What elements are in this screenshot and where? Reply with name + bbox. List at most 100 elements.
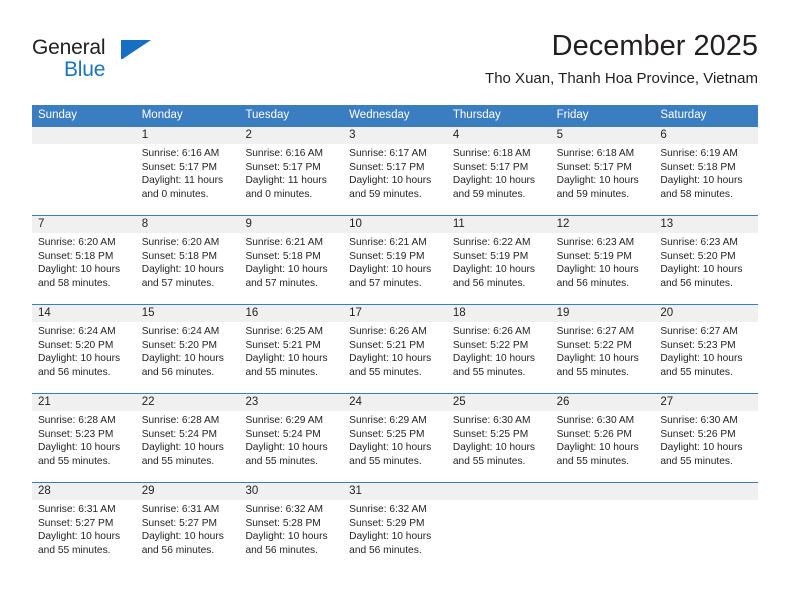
daylight-text-line1: Daylight: 10 hours	[349, 353, 432, 365]
daylight-text-line1: Daylight: 10 hours	[141, 264, 224, 276]
daylight-text-line1: Daylight: 10 hours	[660, 175, 743, 187]
day-cell[interactable]: 30 Sunrise: 6:32 AM Sunset: 5:28 PM Dayl…	[239, 483, 344, 571]
day-number: 24	[343, 394, 447, 411]
sunrise-text: Sunrise: 6:18 AM	[452, 148, 531, 159]
day-cell[interactable]: 31 Sunrise: 6:32 AM Sunset: 5:29 PM Dayl…	[343, 483, 447, 571]
sunset-text: Sunset: 5:17 PM	[349, 161, 425, 173]
day-cell[interactable]: 6 Sunrise: 6:19 AM Sunset: 5:18 PM Dayli…	[654, 127, 759, 215]
day-cell[interactable]: 28 Sunrise: 6:31 AM Sunset: 5:27 PM Dayl…	[32, 483, 136, 571]
sunset-text: Sunset: 5:17 PM	[245, 161, 321, 173]
day-number: 7	[32, 216, 136, 233]
sunset-text: Sunset: 5:19 PM	[349, 250, 425, 262]
day-details: Sunrise: 6:28 AM Sunset: 5:24 PM Dayligh…	[136, 411, 240, 468]
day-number: 1	[135, 127, 240, 144]
day-cell[interactable]: 11 Sunrise: 6:22 AM Sunset: 5:19 PM Dayl…	[446, 216, 551, 304]
sunset-text: Sunset: 5:21 PM	[245, 339, 321, 351]
day-details: Sunrise: 6:23 AM Sunset: 5:19 PM Dayligh…	[551, 233, 655, 290]
sunset-text: Sunset: 5:29 PM	[349, 517, 425, 529]
day-number	[446, 483, 551, 500]
day-details: Sunrise: 6:21 AM Sunset: 5:18 PM Dayligh…	[239, 233, 343, 290]
day-cell[interactable]: 25 Sunrise: 6:30 AM Sunset: 5:25 PM Dayl…	[446, 394, 551, 482]
daylight-text-line2: and 55 minutes.	[38, 544, 111, 556]
day-cell[interactable]: 3 Sunrise: 6:17 AM Sunset: 5:17 PM Dayli…	[343, 127, 447, 215]
day-cell[interactable]: 4 Sunrise: 6:18 AM Sunset: 5:17 PM Dayli…	[446, 127, 551, 215]
day-details: Sunrise: 6:27 AM Sunset: 5:23 PM Dayligh…	[654, 322, 758, 379]
day-cell[interactable]: 14 Sunrise: 6:24 AM Sunset: 5:20 PM Dayl…	[32, 305, 136, 393]
daylight-text-line1: Daylight: 10 hours	[556, 264, 639, 276]
sunset-text: Sunset: 5:22 PM	[452, 339, 529, 351]
day-cell[interactable]: 13 Sunrise: 6:23 AM Sunset: 5:20 PM Dayl…	[654, 216, 759, 304]
day-cell[interactable]: 26 Sunrise: 6:30 AM Sunset: 5:26 PM Dayl…	[550, 394, 655, 482]
day-cell[interactable]	[446, 483, 551, 571]
weekday-wednesday: Wednesday	[349, 109, 410, 121]
sunset-text: Sunset: 5:22 PM	[556, 339, 632, 351]
day-cell[interactable]: 27 Sunrise: 6:30 AM Sunset: 5:26 PM Dayl…	[654, 394, 759, 482]
day-cell[interactable]	[32, 127, 136, 215]
week-row: 21 Sunrise: 6:28 AM Sunset: 5:23 PM Dayl…	[32, 393, 759, 482]
daylight-text-line1: Daylight: 10 hours	[349, 531, 432, 543]
sunrise-text: Sunrise: 6:17 AM	[349, 148, 427, 159]
day-number: 14	[32, 305, 136, 322]
day-cell[interactable]: 29 Sunrise: 6:31 AM Sunset: 5:27 PM Dayl…	[135, 483, 240, 571]
day-details: Sunrise: 6:17 AM Sunset: 5:17 PM Dayligh…	[343, 144, 447, 201]
title-block: December 2025 Tho Xuan, Thanh Hoa Provin…	[485, 28, 758, 90]
day-cell[interactable]: 21 Sunrise: 6:28 AM Sunset: 5:23 PM Dayl…	[32, 394, 136, 482]
daylight-text-line2: and 0 minutes.	[141, 188, 209, 200]
sunrise-text: Sunrise: 6:26 AM	[349, 326, 427, 337]
day-details: Sunrise: 6:30 AM Sunset: 5:25 PM Dayligh…	[447, 411, 551, 468]
day-number: 17	[343, 305, 447, 322]
day-details: Sunrise: 6:26 AM Sunset: 5:21 PM Dayligh…	[343, 322, 447, 379]
day-number: 10	[343, 216, 447, 233]
day-cell[interactable]: 9 Sunrise: 6:21 AM Sunset: 5:18 PM Dayli…	[239, 216, 344, 304]
day-number: 15	[135, 305, 240, 322]
sunset-text: Sunset: 5:27 PM	[38, 517, 114, 529]
day-cell[interactable]: 5 Sunrise: 6:18 AM Sunset: 5:17 PM Dayli…	[550, 127, 655, 215]
day-cell[interactable]: 22 Sunrise: 6:28 AM Sunset: 5:24 PM Dayl…	[135, 394, 240, 482]
day-cell[interactable]: 1 Sunrise: 6:16 AM Sunset: 5:17 PM Dayli…	[135, 127, 240, 215]
day-number: 18	[446, 305, 551, 322]
daylight-text-line2: and 55 minutes.	[349, 366, 422, 378]
day-cell[interactable]: 2 Sunrise: 6:16 AM Sunset: 5:17 PM Dayli…	[239, 127, 344, 215]
daylight-text-line1: Daylight: 11 hours	[141, 175, 224, 187]
day-details: Sunrise: 6:31 AM Sunset: 5:27 PM Dayligh…	[32, 500, 136, 557]
sunrise-text: Sunrise: 6:27 AM	[660, 326, 738, 337]
daylight-text-line1: Daylight: 10 hours	[141, 531, 224, 543]
day-cell[interactable]: 15 Sunrise: 6:24 AM Sunset: 5:20 PM Dayl…	[135, 305, 240, 393]
day-cell[interactable]: 20 Sunrise: 6:27 AM Sunset: 5:23 PM Dayl…	[654, 305, 759, 393]
day-number: 6	[654, 127, 759, 144]
daylight-text-line2: and 58 minutes.	[38, 277, 111, 289]
daylight-text-line2: and 55 minutes.	[141, 455, 215, 467]
daylight-text-line2: and 55 minutes.	[38, 455, 111, 467]
day-cell[interactable]: 17 Sunrise: 6:26 AM Sunset: 5:21 PM Dayl…	[343, 305, 447, 393]
daylight-text-line1: Daylight: 10 hours	[452, 175, 535, 187]
day-cell[interactable]: 23 Sunrise: 6:29 AM Sunset: 5:24 PM Dayl…	[239, 394, 344, 482]
day-number: 2	[239, 127, 344, 144]
calendar-page: General Blue December 2025 Tho Xuan, Tha…	[0, 0, 792, 612]
weekday-saturday: Saturday	[660, 109, 707, 121]
daylight-text-line1: Daylight: 10 hours	[141, 353, 224, 365]
daylight-text-line2: and 56 minutes.	[245, 544, 318, 556]
day-cell[interactable]: 19 Sunrise: 6:27 AM Sunset: 5:22 PM Dayl…	[550, 305, 655, 393]
day-number: 3	[343, 127, 447, 144]
day-number: 31	[343, 483, 447, 500]
logo-text-blue: Blue	[64, 58, 106, 81]
day-details	[551, 500, 655, 503]
day-cell[interactable]: 10 Sunrise: 6:21 AM Sunset: 5:19 PM Dayl…	[343, 216, 447, 304]
day-cell[interactable]	[550, 483, 655, 571]
logo-triangle-icon	[121, 40, 151, 60]
day-details: Sunrise: 6:32 AM Sunset: 5:29 PM Dayligh…	[343, 500, 447, 557]
sunrise-text: Sunrise: 6:29 AM	[245, 415, 324, 426]
day-number: 22	[135, 394, 240, 411]
general-blue-logo[interactable]: General Blue	[32, 36, 162, 88]
day-cell[interactable]: 7 Sunrise: 6:20 AM Sunset: 5:18 PM Dayli…	[32, 216, 136, 304]
sunset-text: Sunset: 5:25 PM	[349, 428, 425, 440]
day-details: Sunrise: 6:31 AM Sunset: 5:27 PM Dayligh…	[136, 500, 240, 557]
day-cell[interactable]: 16 Sunrise: 6:25 AM Sunset: 5:21 PM Dayl…	[239, 305, 344, 393]
day-number	[654, 483, 759, 500]
day-cell[interactable]: 12 Sunrise: 6:23 AM Sunset: 5:19 PM Dayl…	[550, 216, 655, 304]
day-cell[interactable]	[654, 483, 759, 571]
day-details	[32, 144, 136, 147]
day-cell[interactable]: 18 Sunrise: 6:26 AM Sunset: 5:22 PM Dayl…	[446, 305, 551, 393]
day-cell[interactable]: 24 Sunrise: 6:29 AM Sunset: 5:25 PM Dayl…	[343, 394, 447, 482]
day-cell[interactable]: 8 Sunrise: 6:20 AM Sunset: 5:18 PM Dayli…	[135, 216, 240, 304]
